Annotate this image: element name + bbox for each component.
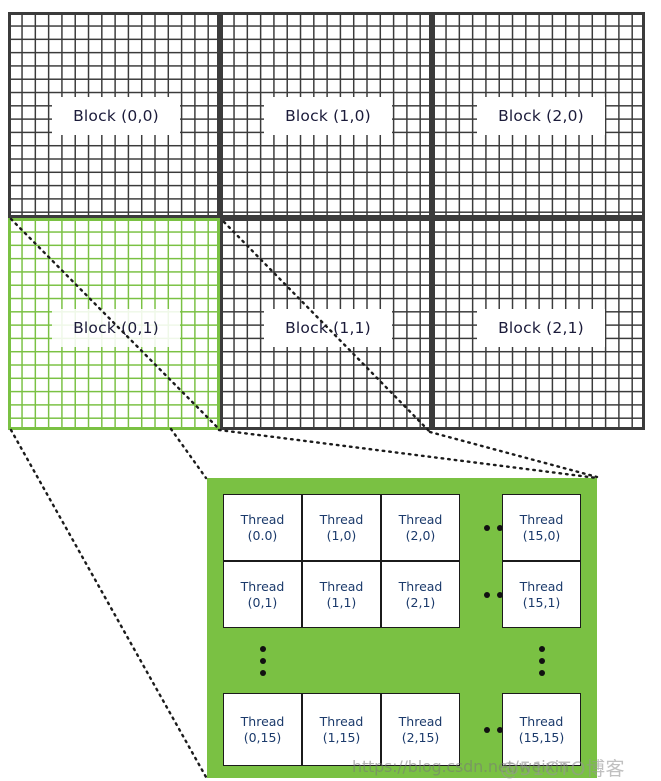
- ellipsis-dot: [538, 645, 545, 652]
- thread-label-line1: Thread: [319, 511, 364, 527]
- thread-label-line2: (1,0): [326, 527, 357, 543]
- thread-label-line2: (1,15): [322, 729, 361, 745]
- thread-cell-0-15: Thread (0,15): [223, 693, 302, 766]
- thread-cell-1-1: Thread (1,1): [302, 561, 381, 628]
- ellipsis-dot: [538, 669, 545, 676]
- block-label-text: Block (1,0): [285, 107, 371, 125]
- thread-label-line2: (15,0): [522, 527, 561, 543]
- thread-cell-2-15: Thread (2,15): [381, 693, 460, 766]
- thread-cell-0-0: Thread (0.0): [223, 494, 302, 561]
- block-label-text: Block (2,0): [498, 107, 584, 125]
- ellipsis-dot: [259, 657, 266, 664]
- thread-label-line1: Thread: [519, 578, 564, 594]
- block-label-text: Block (1,1): [285, 319, 371, 337]
- thread-label-line2: (1,1): [326, 594, 357, 610]
- thread-label-line2: (2,1): [405, 594, 436, 610]
- block-label-1-1: Block (1,1): [264, 309, 392, 347]
- thread-label-line1: Thread: [398, 578, 443, 594]
- thread-label-line1: Thread: [519, 511, 564, 527]
- thread-label-line2: (0,15): [243, 729, 282, 745]
- block-label-text: Block (2,1): [498, 319, 584, 337]
- thread-label-line1: Thread: [519, 713, 564, 729]
- ellipsis-dot: [483, 591, 490, 598]
- thread-label-line1: Thread: [398, 713, 443, 729]
- figure-canvas: Block (0,0) Block (1,0) Block (2,0) Bloc…: [0, 0, 661, 781]
- block-label-text: Block (0,0): [73, 107, 159, 125]
- block-label-2-0: Block (2,0): [477, 97, 605, 135]
- ellipsis-dot: [483, 726, 490, 733]
- connector-left: [9, 428, 208, 779]
- thread-block-panel: Thread (0.0) Thread (1,0) Thread (2,0) T…: [207, 478, 597, 778]
- thread-cell-15-0: Thread (15,0): [502, 494, 581, 561]
- thread-label-line2: (2,15): [401, 729, 440, 745]
- block-label-1-0: Block (1,0): [264, 97, 392, 135]
- ellipsis-dot: [259, 669, 266, 676]
- thread-cell-1-15: Thread (1,15): [302, 693, 381, 766]
- thread-label-line1: Thread: [319, 713, 364, 729]
- thread-label-line2: (0,1): [247, 594, 278, 610]
- block-label-2-1: Block (2,1): [477, 309, 605, 347]
- thread-col0-vertical-ellipsis: [223, 633, 302, 688]
- thread-label-line2: (0.0): [247, 527, 278, 543]
- block-label-0-0: Block (0,0): [52, 97, 180, 135]
- thread-cell-15-1: Thread (15,1): [502, 561, 581, 628]
- thread-cell-2-0: Thread (2,0): [381, 494, 460, 561]
- thread-label-line1: Thread: [240, 713, 285, 729]
- ellipsis-dot: [259, 645, 266, 652]
- thread-cell-0-1: Thread (0,1): [223, 561, 302, 628]
- block-label-text: Block (0,1): [73, 319, 159, 337]
- ellipsis-dot: [483, 524, 490, 531]
- thread-cell-1-0: Thread (1,0): [302, 494, 381, 561]
- thread-label-line1: Thread: [240, 578, 285, 594]
- thread-cell-2-1: Thread (2,1): [381, 561, 460, 628]
- ellipsis-dot: [538, 657, 545, 664]
- thread-label-line1: Thread: [240, 511, 285, 527]
- thread-label-line2: (2,0): [405, 527, 436, 543]
- thread-col15-vertical-ellipsis: [502, 633, 581, 688]
- thread-label-line2: (15,15): [518, 729, 565, 745]
- thread-label-line1: Thread: [398, 511, 443, 527]
- block-label-0-1: Block (0,1): [52, 309, 180, 347]
- thread-label-line1: Thread: [319, 578, 364, 594]
- watermark-brand: @51CTO博客: [500, 758, 626, 780]
- thread-label-line2: (15,1): [522, 594, 561, 610]
- grid-of-blocks: Block (0,0) Block (1,0) Block (2,0) Bloc…: [8, 12, 645, 450]
